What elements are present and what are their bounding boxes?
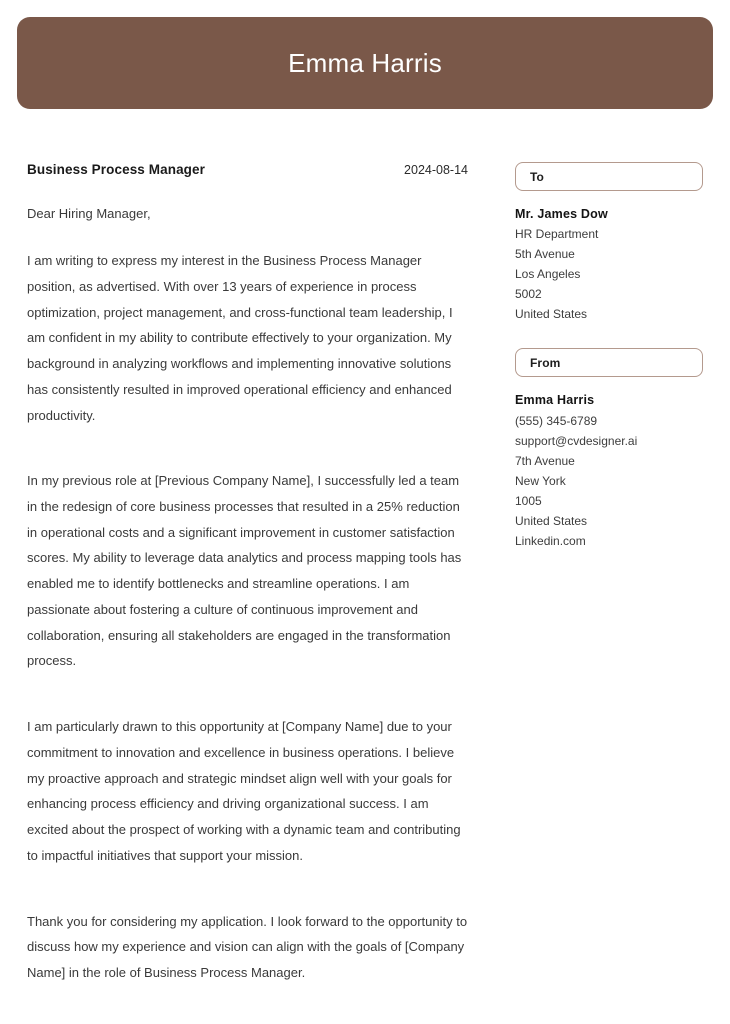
recipient-chip-label: To <box>530 169 544 184</box>
recipient-line-3: Los Angeles <box>515 267 581 282</box>
sender-block: From Emma Harris (555) 345-6789 support@… <box>515 348 703 550</box>
address-sidebar: To Mr. James Dow HR Department 5th Avenu… <box>515 162 703 575</box>
sender-street: 7th Avenue <box>515 453 575 468</box>
sender-chip[interactable]: From <box>515 348 703 378</box>
letter-paragraph-2: In my previous role at [Previous Company… <box>27 473 462 669</box>
letter-date: 2024-08-14 <box>404 163 468 177</box>
sender-city: New York <box>515 473 566 488</box>
applicant-name-heading: Emma Harris <box>288 48 442 78</box>
header-banner: Emma Harris <box>17 17 713 109</box>
recipient-line-1: HR Department <box>515 227 599 242</box>
job-title: Business Process Manager <box>27 162 205 177</box>
sender-name: Emma Harris <box>515 393 595 408</box>
letter-meta-row: Business Process Manager 2024-08-14 <box>27 162 468 177</box>
recipient-line-5: United States <box>515 307 588 322</box>
letter-paragraph-3: I am particularly drawn to this opportun… <box>27 719 461 863</box>
sender-email[interactable]: support@cvdesigner.ai <box>515 431 703 451</box>
recipient-line-2: 5th Avenue <box>515 247 575 262</box>
recipient-line-4: 5002 <box>515 287 542 302</box>
letter-main-column: Business Process Manager 2024-08-14 Dear… <box>27 162 468 1024</box>
sender-linkedin[interactable]: Linkedin.com <box>515 531 703 551</box>
letter-paragraph-4: Thank you for considering my application… <box>27 913 468 981</box>
cover-letter-page: Emma Harris Business Process Manager 202… <box>0 0 730 1024</box>
sender-country: United States <box>515 513 588 528</box>
salutation: Dear Hiring Manager, <box>27 206 151 221</box>
recipient-chip[interactable]: To <box>515 162 703 191</box>
letter-paragraph-1: I am writing to express my interest in t… <box>27 253 453 423</box>
sender-phone: (555) 345-6789 <box>515 413 598 428</box>
recipient-block: To Mr. James Dow HR Department 5th Avenu… <box>515 162 703 324</box>
recipient-name: Mr. James Dow <box>515 207 608 221</box>
sender-postal: 1005 <box>515 493 542 508</box>
sender-chip-label: From <box>530 355 561 370</box>
